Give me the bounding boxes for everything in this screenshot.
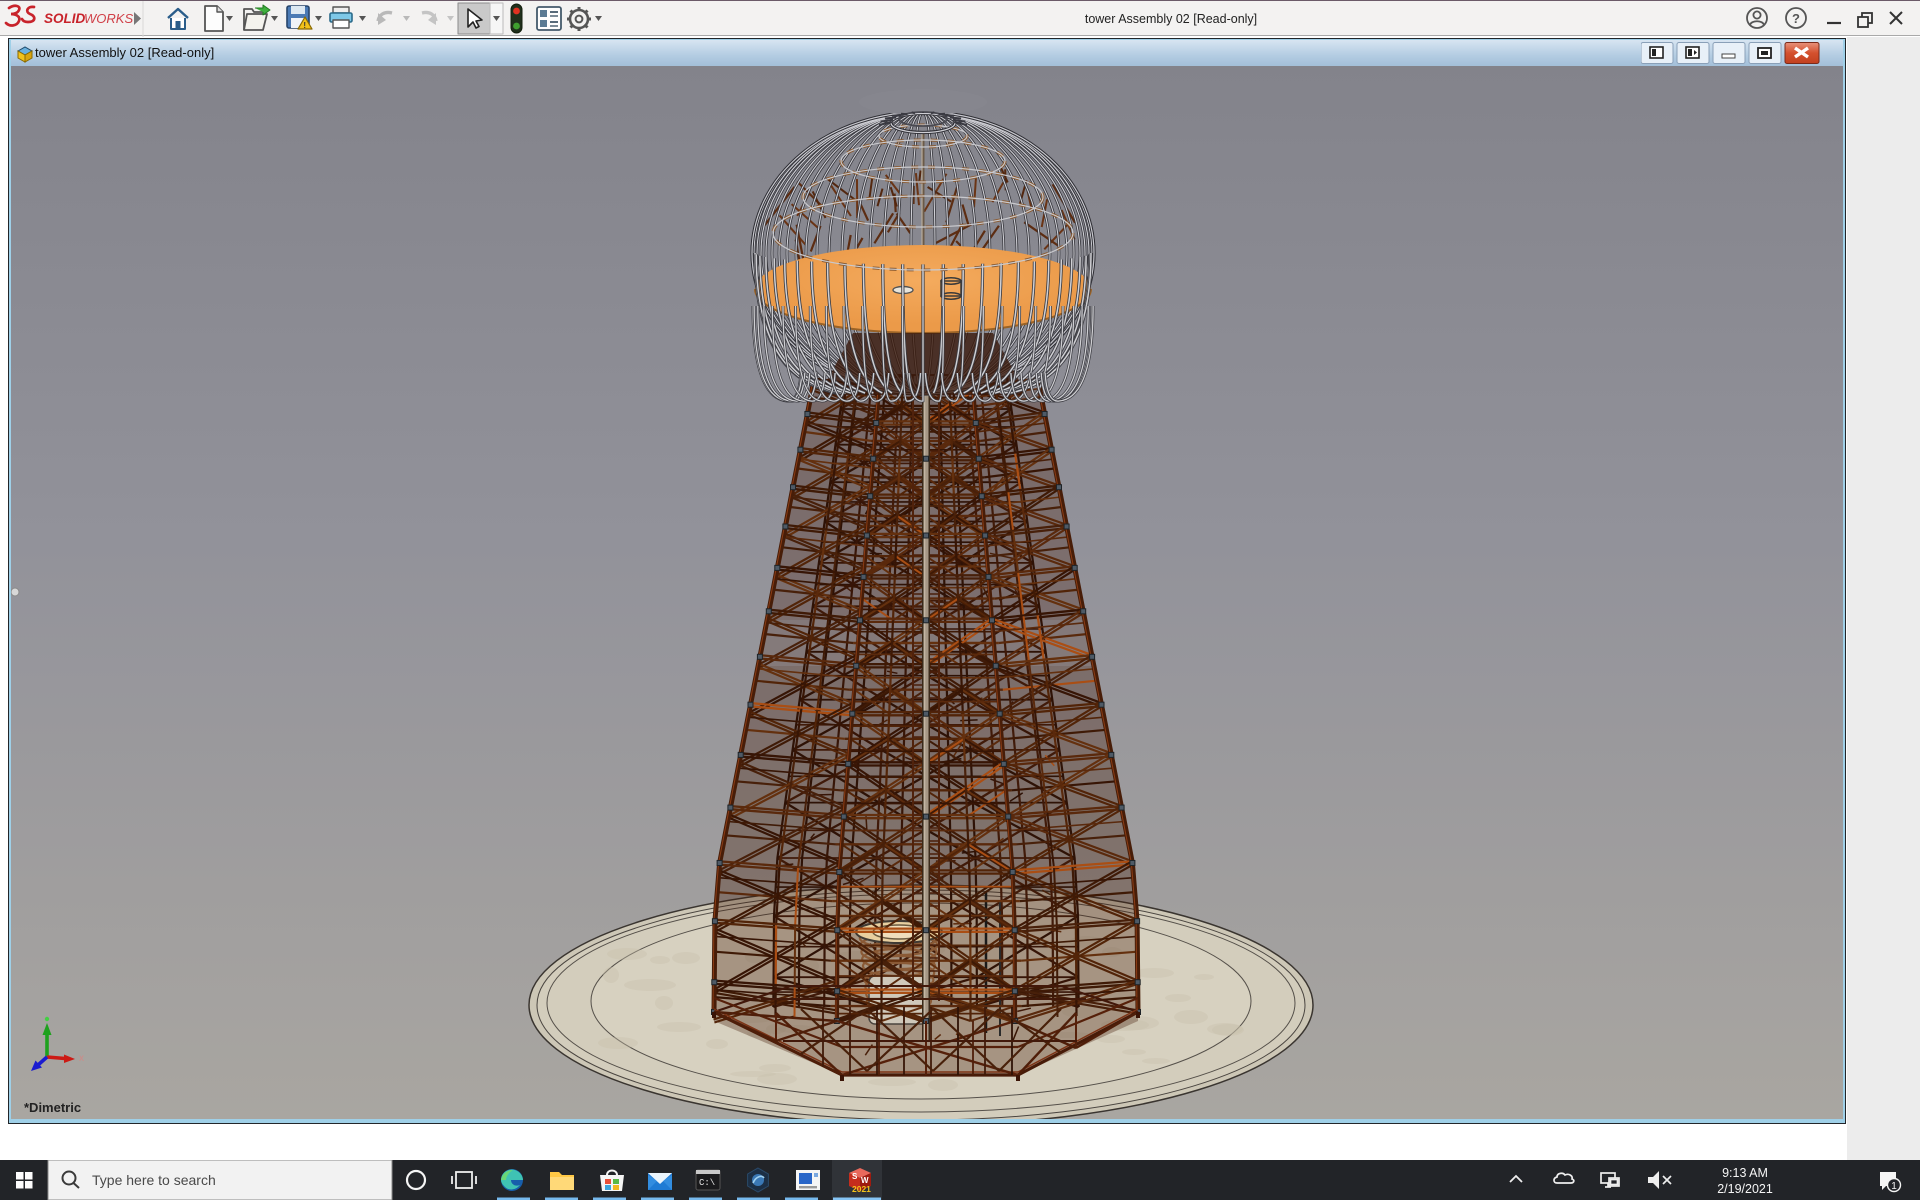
svg-text:2/19/2021: 2/19/2021 [1717,1182,1773,1196]
svg-text:1: 1 [1891,1181,1897,1192]
svg-text:x: x [79,1053,84,1064]
svg-text:2021: 2021 [852,1184,871,1194]
svg-text:?: ? [1792,11,1800,26]
svg-text:C:\: C:\ [699,1178,715,1188]
svg-text:WORKS: WORKS [84,11,133,26]
svg-text:!: ! [303,21,306,30]
svg-text:S: S [852,1172,858,1181]
svg-text:9:13 AM: 9:13 AM [1722,1166,1768,1180]
svg-text:Type here to search: Type here to search [92,1172,216,1188]
svg-text:tower Assembly 02 [Read-only]: tower Assembly 02 [Read-only] [1085,12,1257,26]
svg-text:SOLID: SOLID [44,11,86,26]
